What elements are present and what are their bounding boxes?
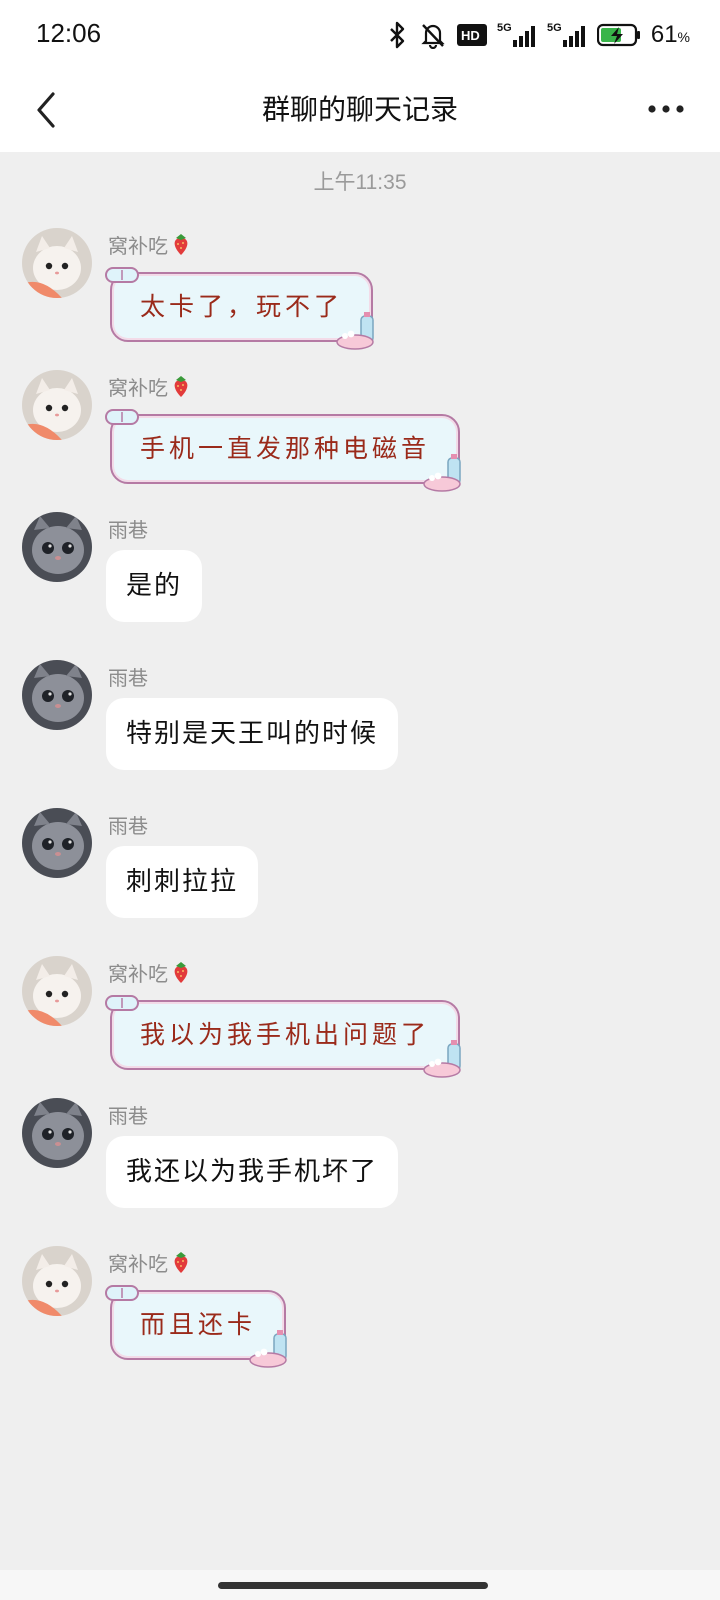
white-cat-avatar-icon — [22, 370, 92, 440]
message-bubble[interactable]: 手机一直发那种电磁音 — [105, 409, 461, 492]
page-title: 群聊的聊天记录 — [261, 93, 458, 126]
gray-cat-avatar-icon — [22, 660, 92, 730]
gray-cat-avatar-icon — [22, 512, 92, 582]
sender-name: 雨巷 — [108, 1104, 148, 1128]
bath-bottle-icon — [423, 1040, 461, 1078]
message-bubble[interactable]: 而且还卡 — [105, 1285, 287, 1368]
message-text: 是的 — [126, 571, 183, 601]
svg-text:5G: 5G — [547, 22, 562, 34]
svg-text:HD: HD — [461, 28, 480, 43]
strawberry-icon — [174, 962, 188, 983]
goggles-icon — [105, 409, 139, 425]
strawberry-icon — [174, 1252, 188, 1273]
signal-5g-icon: 5G — [547, 22, 585, 47]
bath-bottle-icon — [249, 1330, 287, 1368]
more-dots-icon — [648, 105, 684, 113]
goggles-icon — [105, 267, 139, 283]
message-text: 我以为我手机出问题了 — [140, 1020, 431, 1049]
battery-charging-icon — [596, 23, 640, 47]
bath-bottle-icon — [423, 454, 461, 492]
gray-cat-avatar-icon — [22, 1098, 92, 1168]
message-text: 特别是天王叫的时候 — [126, 719, 379, 749]
avatar[interactable] — [22, 512, 92, 582]
sender-name: 雨巷 — [108, 518, 148, 542]
message-text: 手机一直发那种电磁音 — [140, 434, 431, 463]
title-bar: 群聊的聊天记录 — [0, 70, 720, 152]
white-cat-avatar-icon — [22, 956, 92, 1026]
message-bubble[interactable]: 我以为我手机出问题了 — [105, 995, 461, 1078]
white-cat-avatar-icon — [22, 1246, 92, 1316]
home-indicator[interactable] — [218, 1582, 488, 1589]
avatar[interactable] — [22, 1246, 92, 1316]
bluetooth-icon — [389, 21, 405, 49]
status-time: 12:06 — [36, 18, 102, 48]
white-cat-avatar-icon — [22, 228, 92, 298]
avatar[interactable] — [22, 1098, 92, 1168]
sender-name: 窝补吃 — [108, 1248, 192, 1277]
message-text: 我还以为我手机坏了 — [126, 1157, 379, 1187]
avatar[interactable] — [22, 808, 92, 878]
battery-percent: 61% — [650, 21, 690, 48]
message-bubble[interactable]: 我还以为我手机坏了 — [106, 1136, 399, 1208]
sender-name: 窝补吃 — [108, 958, 192, 987]
message-bubble[interactable]: 是的 — [106, 550, 203, 622]
avatar[interactable] — [22, 228, 92, 298]
sender-name: 窝补吃 — [108, 230, 192, 259]
goggles-icon — [105, 1285, 139, 1301]
message-bubble[interactable]: 刺刺拉拉 — [106, 846, 259, 918]
sender-name: 雨巷 — [108, 666, 148, 690]
message-bubble[interactable]: 太卡了，玩不了 — [105, 267, 374, 350]
status-bar: 12:06 HD 5G 5G 61% — [0, 0, 720, 70]
strawberry-icon — [174, 376, 188, 397]
sender-name: 窝补吃 — [108, 372, 192, 401]
mute-bell-icon — [421, 24, 445, 49]
avatar[interactable] — [22, 660, 92, 730]
gray-cat-avatar-icon — [22, 808, 92, 878]
status-icons: HD 5G 5G 61% — [385, 18, 690, 52]
sender-name: 雨巷 — [108, 814, 148, 838]
message-text: 太卡了，玩不了 — [140, 292, 344, 321]
goggles-icon — [105, 995, 139, 1011]
message-bubble[interactable]: 特别是天王叫的时候 — [106, 698, 399, 770]
message-text: 而且还卡 — [140, 1310, 257, 1339]
bath-bottle-icon — [336, 312, 374, 350]
message-text: 刺刺拉拉 — [126, 867, 239, 897]
avatar[interactable] — [22, 956, 92, 1026]
chat-history[interactable]: 上午11:35 窝补吃 太卡了，玩不了 窝补吃 手机一直发那种电磁音 雨巷 是的… — [0, 152, 720, 1570]
avatar[interactable] — [22, 370, 92, 440]
svg-text:5G: 5G — [497, 22, 512, 34]
signal-5g-icon: 5G — [497, 22, 535, 47]
more-button[interactable] — [638, 84, 694, 134]
timestamp: 上午11:35 — [313, 171, 407, 194]
hd-icon: HD — [456, 24, 487, 46]
strawberry-icon — [174, 234, 188, 255]
